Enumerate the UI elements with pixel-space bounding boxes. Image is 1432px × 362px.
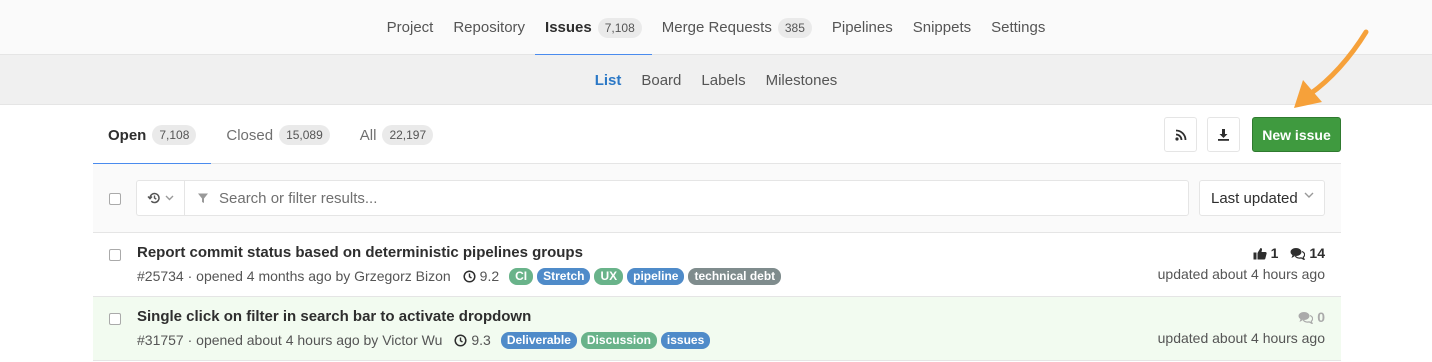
- thumbs-up-icon: [1253, 247, 1267, 259]
- tab-label: Issues: [545, 19, 592, 36]
- upvotes: 1: [1253, 245, 1279, 261]
- tab-snippets[interactable]: Snippets: [903, 0, 981, 55]
- state-tab-closed[interactable]: Closed 15,089: [211, 106, 344, 164]
- select-all-checkbox[interactable]: [109, 193, 121, 205]
- tab-label: Settings: [991, 19, 1046, 36]
- state-tab-label: All: [359, 126, 377, 144]
- issue-label[interactable]: UX: [594, 267, 624, 285]
- issue-info: 1 14 updated about 4 hours ago: [1158, 244, 1325, 282]
- issue-title[interactable]: Report commit status based on determinis…: [137, 244, 583, 261]
- issue-state-bar: Open 7,108 Closed 15,089 All 22,197 New iss…: [93, 106, 1341, 165]
- export-csv-button[interactable]: [1207, 117, 1240, 152]
- issues-count-badge: 7,108: [597, 17, 642, 38]
- chevron-down-icon: [1304, 192, 1314, 198]
- issue-row: Report commit status based on determinis…: [93, 233, 1341, 297]
- milestone-title: 9.3: [471, 332, 491, 348]
- search-filter-input-wrapper[interactable]: [184, 180, 1189, 216]
- tab-repository[interactable]: Repository: [443, 0, 535, 55]
- comments-icon: [1290, 247, 1306, 260]
- issue-updated: updated about 4 hours ago: [1157, 330, 1325, 346]
- subtab-list[interactable]: List: [585, 55, 632, 105]
- rss-icon: [1174, 129, 1186, 141]
- sort-dropdown[interactable]: Last updated: [1199, 180, 1325, 216]
- issue-label[interactable]: issues: [660, 331, 711, 349]
- comment-count: 0: [1317, 309, 1325, 325]
- milestone-title: 9.2: [479, 268, 500, 284]
- issue-info: 0 updated about 4 hours ago: [1158, 308, 1325, 346]
- issue-row: Single click on filter in search bar to …: [93, 297, 1341, 361]
- issue-label[interactable]: CI: [509, 267, 534, 285]
- issue-labels: Deliverable Discussion issues: [500, 331, 711, 349]
- issue-checkbox[interactable]: [109, 313, 121, 325]
- history-icon: [147, 192, 160, 204]
- issue-title[interactable]: Single click on filter in search bar to …: [137, 308, 531, 325]
- tab-label: Project: [386, 19, 434, 36]
- issue-label[interactable]: Stretch: [537, 267, 591, 285]
- clock-icon: [454, 333, 467, 347]
- recent-searches-dropdown[interactable]: [136, 180, 184, 216]
- issue-milestone[interactable]: 9.3: [454, 332, 491, 348]
- all-count-badge: 22,197: [382, 125, 434, 145]
- subtab-milestones[interactable]: Milestones: [756, 55, 848, 105]
- upvote-count: 1: [1270, 245, 1279, 261]
- subtab-board[interactable]: Board: [631, 55, 691, 105]
- tab-label: Pipelines: [831, 19, 893, 36]
- tab-project[interactable]: Project: [377, 0, 444, 55]
- clock-icon: [463, 269, 476, 283]
- issue-author[interactable]: Grzegorz Bizon: [354, 268, 450, 284]
- issue-label[interactable]: pipeline: [627, 267, 685, 285]
- issue-opened: · opened 4 months ago by: [187, 268, 351, 284]
- issues-subnav: List Board Labels Milestones: [0, 55, 1432, 105]
- new-issue-button[interactable]: New issue: [1252, 117, 1341, 152]
- rss-feed-button[interactable]: [1164, 117, 1197, 152]
- filter-icon: [198, 193, 208, 203]
- state-tab-open[interactable]: Open 7,108: [93, 106, 212, 165]
- issue-opened: · opened about 4 hours ago by: [187, 332, 379, 348]
- tab-label: Repository: [453, 19, 526, 36]
- issue-labels: CI Stretch UX pipeline technical debt: [509, 267, 782, 285]
- issue-label[interactable]: Discussion: [580, 331, 657, 349]
- merge-requests-count-badge: 385: [777, 17, 812, 38]
- open-count-badge: 7,108: [152, 125, 197, 145]
- issue-ref: #25734: [137, 268, 184, 284]
- issue-checkbox[interactable]: [109, 249, 121, 261]
- tab-issues[interactable]: Issues 7,108: [535, 0, 652, 56]
- comments-link[interactable]: 0: [1298, 309, 1325, 325]
- issue-author[interactable]: Victor Wu: [382, 332, 442, 348]
- search-input[interactable]: [219, 189, 1119, 207]
- tab-label: Merge Requests: [661, 19, 772, 36]
- issue-label[interactable]: technical debt: [688, 267, 782, 285]
- comments-link[interactable]: 14: [1290, 245, 1325, 261]
- comments-icon: [1298, 311, 1314, 324]
- tab-pipelines[interactable]: Pipelines: [822, 0, 903, 55]
- filter-bar: Last updated: [93, 164, 1341, 233]
- annotation-arrow-icon: [1294, 29, 1369, 108]
- issue-meta: #31757 · opened about 4 hours ago by Vic…: [137, 330, 711, 350]
- download-icon: [1218, 129, 1229, 141]
- issue-label[interactable]: Deliverable: [500, 331, 577, 349]
- sort-value: Last updated: [1211, 189, 1298, 207]
- tab-label: Snippets: [912, 19, 972, 36]
- state-tab-label: Open: [108, 126, 147, 144]
- closed-count-badge: 15,089: [279, 125, 330, 145]
- comment-count: 14: [1309, 245, 1325, 261]
- state-tab-label: Closed: [226, 126, 274, 144]
- issue-ref: #31757: [137, 332, 184, 348]
- issue-updated: updated about 4 hours ago: [1157, 266, 1325, 282]
- state-tab-all[interactable]: All 22,197: [345, 106, 448, 164]
- project-nav: Project Repository Issues 7,108 Merge Req…: [0, 0, 1432, 56]
- tab-merge-requests[interactable]: Merge Requests 385: [652, 0, 822, 55]
- chevron-down-icon: [165, 195, 174, 201]
- subtab-labels[interactable]: Labels: [691, 55, 755, 105]
- issue-milestone[interactable]: 9.2: [463, 268, 499, 284]
- tab-settings[interactable]: Settings: [981, 0, 1055, 55]
- issue-meta: #25734 · opened 4 months ago by Grzegorz…: [137, 266, 782, 286]
